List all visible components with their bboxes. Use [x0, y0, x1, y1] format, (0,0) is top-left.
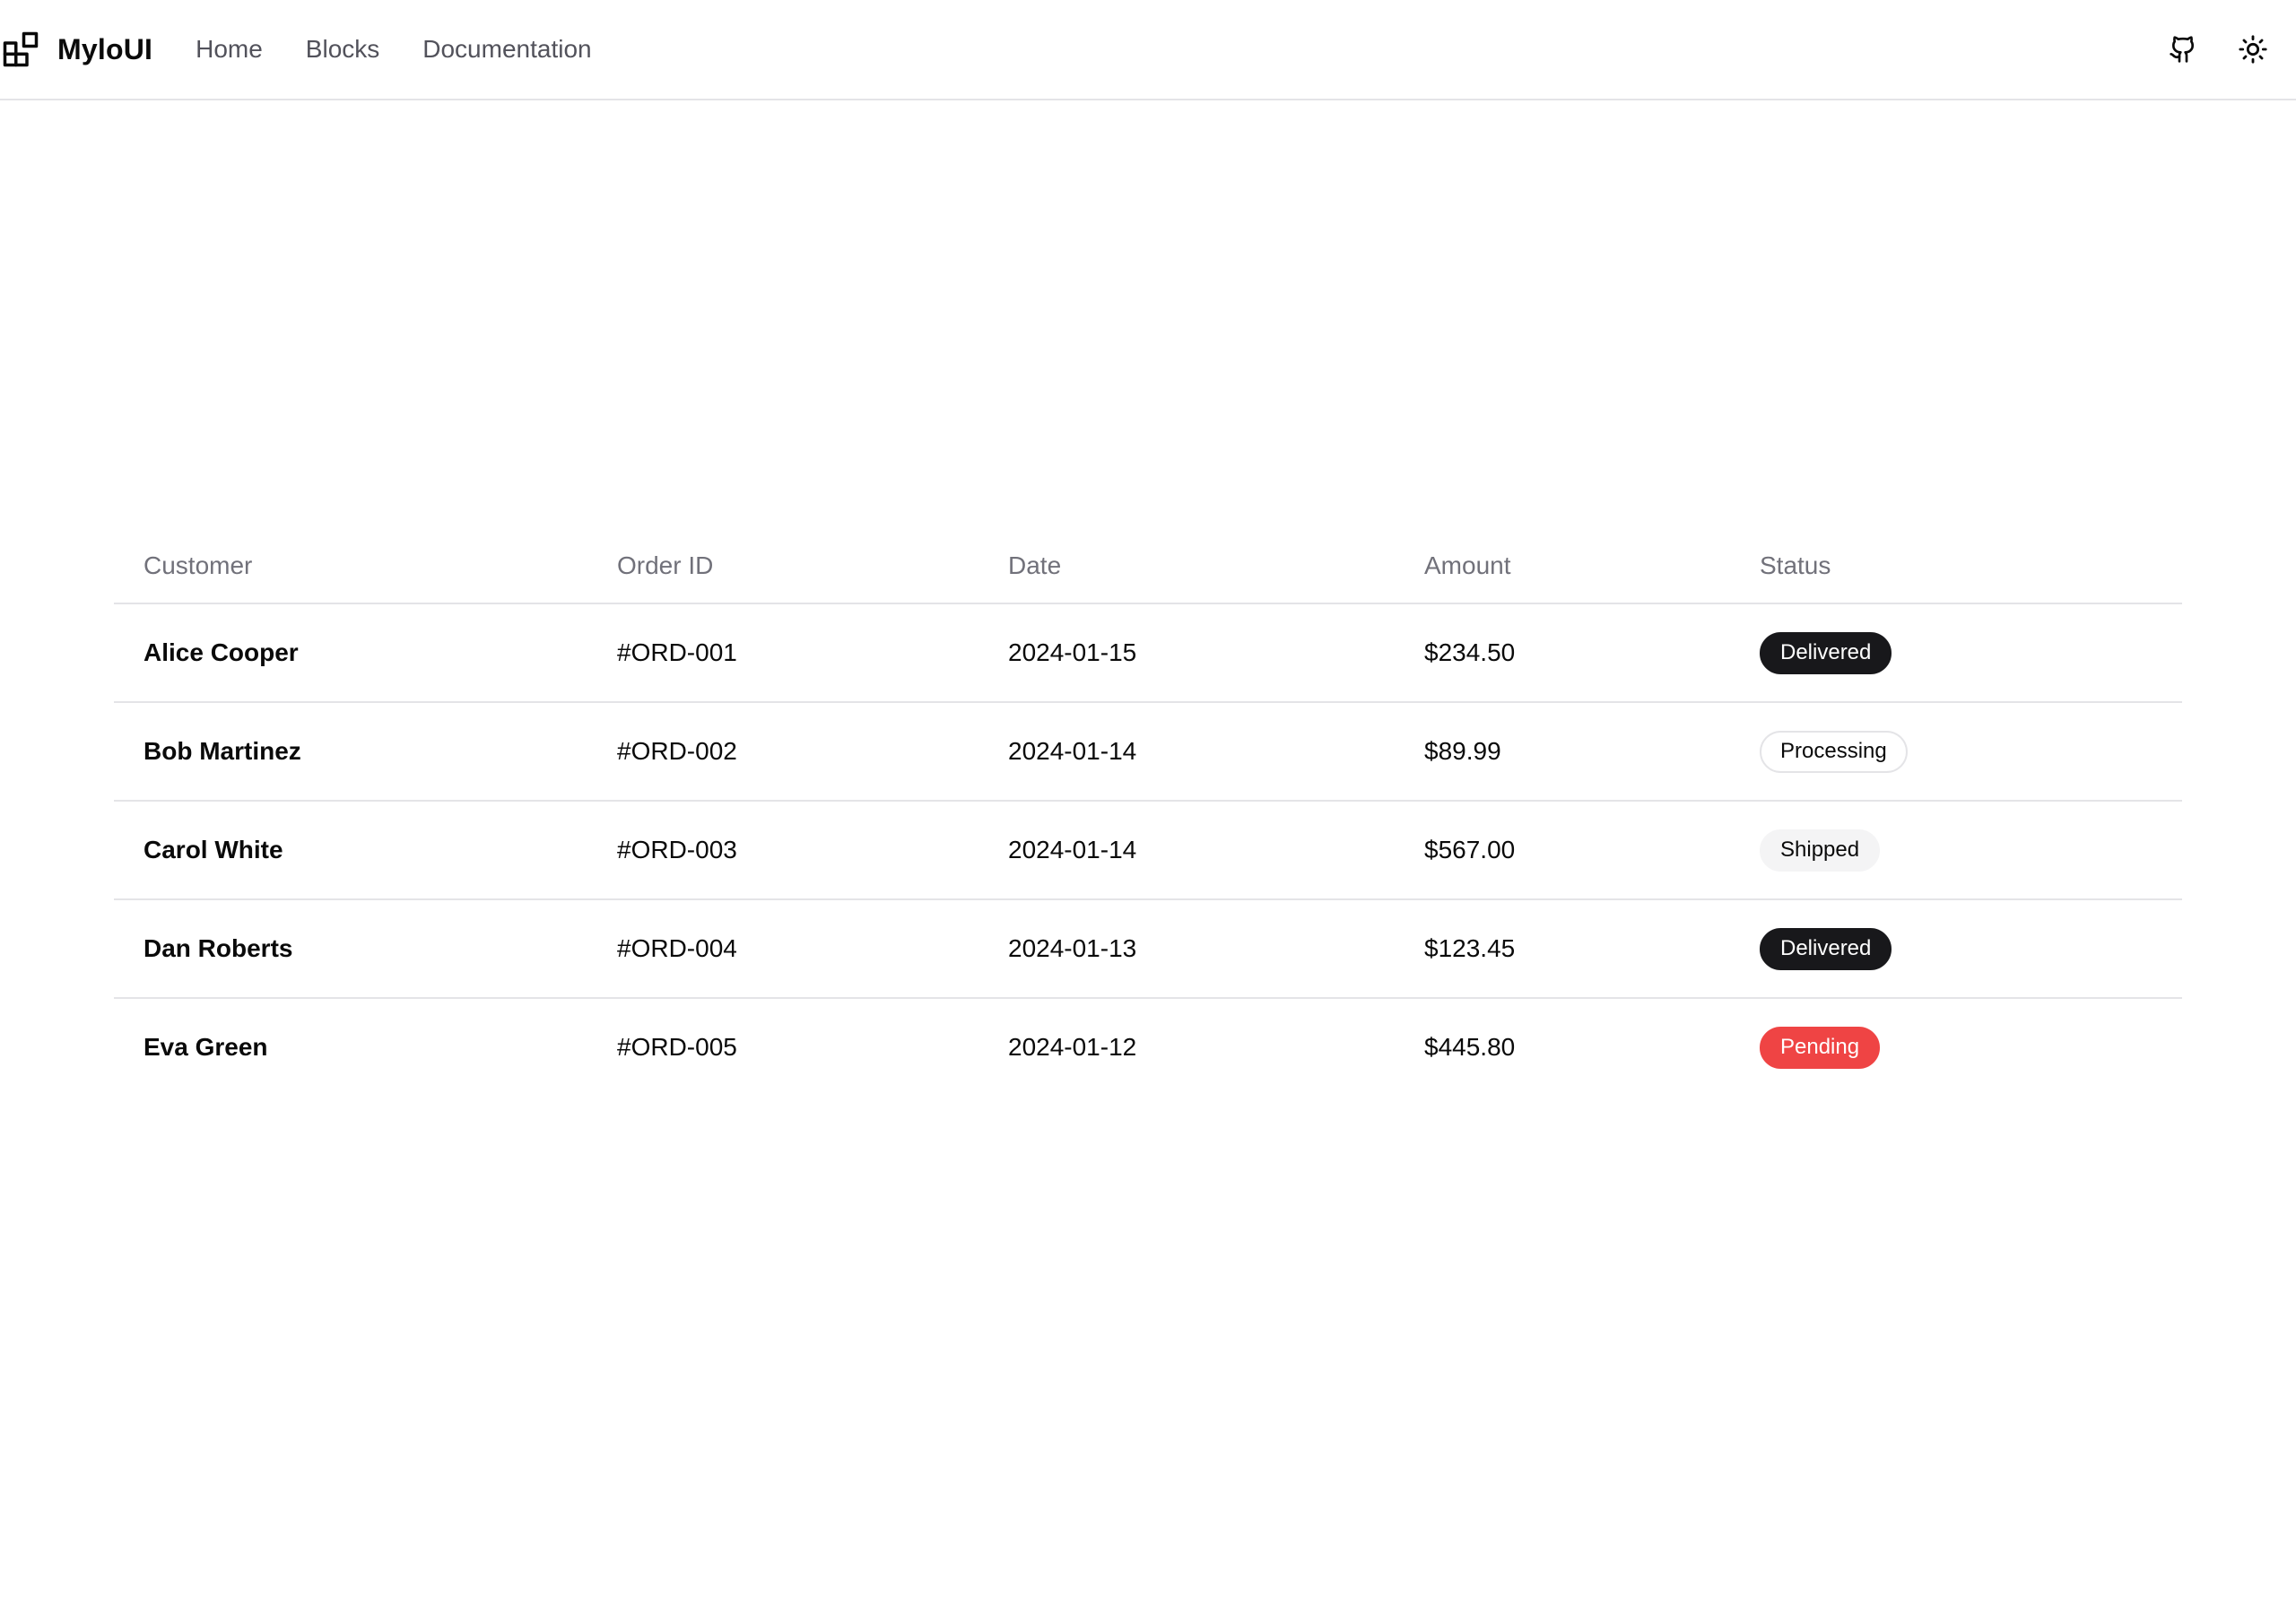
customer-cell: Carol White — [114, 801, 587, 900]
status-cell: Delivered — [1730, 603, 2182, 703]
header-actions — [2158, 0, 2296, 99]
table-header: Customer Order ID Date Amount Status — [114, 529, 2182, 604]
customer-cell: Bob Martinez — [114, 702, 587, 802]
table-header-row: Customer Order ID Date Amount Status — [114, 529, 2182, 604]
table-row: Eva Green #ORD-005 2024-01-12 $445.80 Pe… — [114, 998, 2182, 1096]
nav-documentation[interactable]: Documentation — [422, 35, 591, 64]
date-cell: 2024-01-12 — [1008, 1033, 1137, 1061]
brand-name: MyloUI — [57, 32, 153, 65]
column-header-date: Date — [978, 529, 1395, 604]
status-badge: Pending — [1760, 1026, 1881, 1069]
github-button[interactable] — [2158, 24, 2208, 74]
order-id-cell: #ORD-003 — [587, 801, 978, 900]
table-body: Alice Cooper #ORD-001 2024-01-15 $234.50… — [114, 603, 2182, 1096]
status-cell: Shipped — [1730, 801, 2182, 900]
column-header-customer: Customer — [114, 529, 587, 604]
top-navbar: MyloUI Home Blocks Documentation — [0, 0, 2296, 100]
customer-cell: Dan Roberts — [114, 899, 587, 999]
order-id-cell: #ORD-001 — [587, 603, 978, 703]
status-badge: Shipped — [1760, 829, 1881, 872]
date-cell: 2024-01-13 — [978, 899, 1395, 999]
column-header-order-id: Order ID — [587, 529, 978, 604]
sun-icon — [2239, 35, 2267, 64]
column-header-status: Status — [1730, 529, 2182, 604]
date-cell: 2024-01-15 — [978, 603, 1395, 703]
table-row: Carol White #ORD-003 2024-01-14 $567.00 … — [114, 801, 2182, 900]
nav-home[interactable]: Home — [196, 35, 263, 64]
amount-cell: $567.00 — [1395, 801, 1730, 900]
nav-blocks[interactable]: Blocks — [306, 35, 379, 64]
amount-cell: $445.80 — [1424, 1033, 1516, 1061]
table-row: Bob Martinez #ORD-002 2024-01-14 $89.99 … — [114, 702, 2182, 802]
github-icon — [2170, 36, 2195, 63]
order-id-cell: #ORD-004 — [587, 899, 978, 999]
order-id-cell: #ORD-002 — [587, 702, 978, 802]
column-header-amount: Amount — [1395, 529, 1730, 604]
orders-table: Customer Order ID Date Amount Status Ali… — [114, 529, 2182, 1096]
date-cell: 2024-01-14 — [978, 702, 1395, 802]
status-badge: Processing — [1760, 730, 1908, 773]
blocks-logo-icon — [2, 30, 39, 68]
status-badge: Delivered — [1760, 927, 1892, 970]
customer-cell: Alice Cooper — [114, 603, 587, 703]
brand-link[interactable]: MyloUI — [2, 30, 152, 68]
status-cell: Delivered — [1730, 899, 2182, 999]
status-cell: Processing — [1730, 702, 2182, 802]
amount-cell: $123.45 — [1395, 899, 1730, 999]
theme-toggle-button[interactable] — [2228, 24, 2278, 74]
page: MyloUI Home Blocks Documentation Custome… — [0, 0, 2296, 1614]
table-row: Dan Roberts #ORD-004 2024-01-13 $123.45 … — [114, 899, 2182, 999]
status-badge: Delivered — [1760, 631, 1892, 674]
orders-table-container: Customer Order ID Date Amount Status Ali… — [114, 529, 2182, 1096]
order-id-cell: #ORD-005 — [617, 1033, 737, 1061]
date-cell: 2024-01-14 — [978, 801, 1395, 900]
table-row: Alice Cooper #ORD-001 2024-01-15 $234.50… — [114, 603, 2182, 703]
amount-cell: $234.50 — [1395, 603, 1730, 703]
main-nav: Home Blocks Documentation — [196, 35, 635, 64]
status-cell: Pending — [1730, 998, 2182, 1096]
customer-cell: Eva Green — [144, 1033, 268, 1061]
amount-cell: $89.99 — [1395, 702, 1730, 802]
